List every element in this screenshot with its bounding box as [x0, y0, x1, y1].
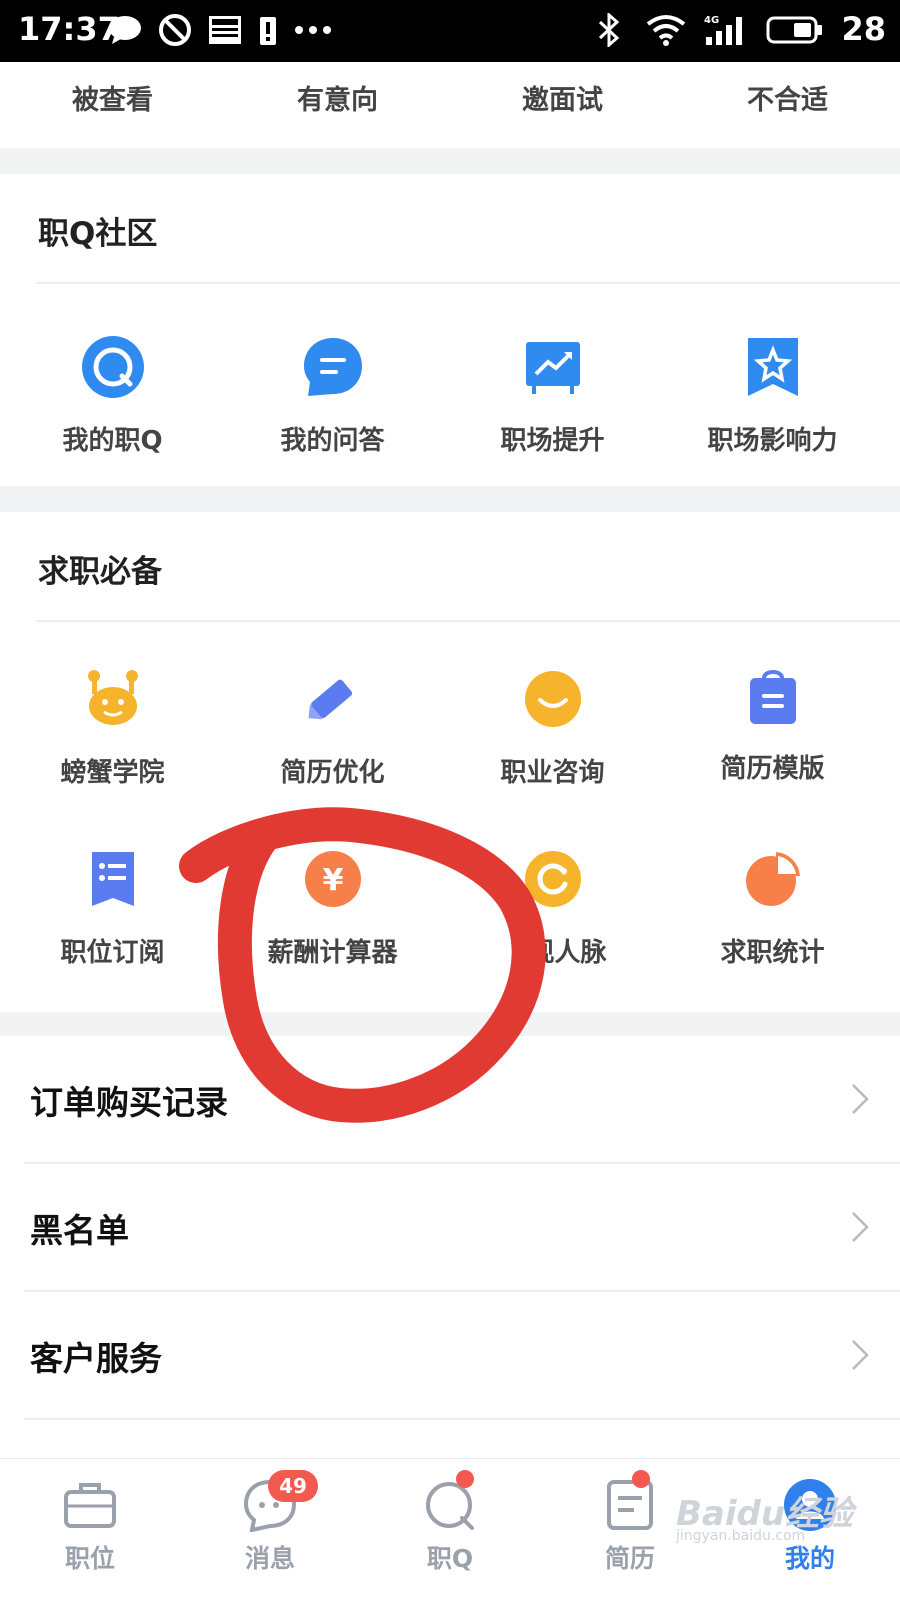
grid-label: 职位订阅	[60, 938, 165, 968]
svg-text:4G: 4G	[704, 15, 719, 26]
battery-alert-icon	[258, 10, 278, 50]
grid-item-career-growth[interactable]: 职场提升	[440, 332, 665, 457]
grid-label: 职场提升	[500, 426, 605, 456]
list-row-order-history[interactable]: 订单购买记录	[0, 1036, 900, 1164]
pie-chart-icon	[738, 844, 808, 914]
status-bar: 17:37 4G 28	[0, 0, 900, 62]
star-bookmark-icon	[738, 332, 808, 402]
zhiq-notification-dot	[456, 1470, 474, 1488]
list-spacer	[0, 1420, 900, 1458]
grid-label: 求职统计	[720, 938, 825, 968]
list-row-label: 黑名单	[30, 1211, 129, 1250]
grid-label: 现人脉	[528, 938, 607, 968]
grid-label: 职业咨询	[500, 758, 605, 788]
more-dots-icon	[294, 10, 332, 50]
resume-icon	[602, 1477, 658, 1533]
nav-label: 简历	[604, 1544, 655, 1573]
tab-not-suitable[interactable]: 不合适	[675, 62, 900, 148]
battery-percent: 28	[841, 10, 886, 48]
svg-text:¥: ¥	[322, 863, 343, 898]
bag-icon	[738, 660, 808, 730]
tab-interested[interactable]: 有意向	[225, 62, 450, 148]
section-divider	[36, 620, 900, 622]
grid-label: 简历模版	[720, 754, 825, 784]
grid-item-contacts[interactable]: 现人脉	[440, 844, 665, 969]
nav-zhiq[interactable]: 职Q	[360, 1459, 540, 1600]
refresh-circle-icon	[518, 844, 588, 914]
pencil-icon	[298, 664, 368, 734]
bluetooth-icon	[596, 10, 622, 50]
list-doc-icon	[78, 844, 148, 914]
grid-label: 我的职Q	[62, 426, 163, 456]
list-row-label: 订单购买记录	[30, 1083, 228, 1122]
grid-item-career-consult[interactable]: 职业咨询	[440, 664, 665, 789]
nav-label: 职Q	[426, 1544, 474, 1573]
chevron-right-icon	[850, 1210, 870, 1248]
grid-label: 薪酬计算器	[267, 938, 398, 968]
delivery-status-tabs: 被查看 有意向 邀面试 不合适	[0, 62, 900, 148]
list-row-label: 客户服务	[30, 1339, 162, 1378]
chat-lines-icon	[298, 332, 368, 402]
signal-4g-icon: 4G	[702, 10, 748, 50]
nav-label: 职位	[64, 1544, 115, 1573]
nav-jobs[interactable]: 职位	[0, 1459, 180, 1600]
nav-label: 消息	[244, 1544, 295, 1573]
smile-icon	[518, 664, 588, 734]
resume-notification-dot	[632, 1470, 650, 1488]
grid-item-influence[interactable]: 职场影响力	[660, 332, 885, 457]
status-time: 17:37	[18, 10, 120, 48]
grid-item-job-stats[interactable]: 求职统计	[660, 844, 885, 969]
grid-item-my-zhiq[interactable]: 我的职Q	[0, 332, 225, 457]
watermark-subtext: jingyan.baidu.com	[676, 1528, 806, 1544]
grid-label: 我的问答	[280, 426, 385, 456]
essentials-title: 求职必备	[38, 554, 162, 590]
chevron-right-icon	[850, 1082, 870, 1120]
crab-icon	[78, 664, 148, 734]
community-section: 职Q社区 我的职Q 我的问答 职场提升 职场影响力	[0, 174, 900, 486]
list-row-blacklist[interactable]: 黑名单	[0, 1164, 900, 1292]
briefcase-icon	[62, 1477, 118, 1533]
grid-item-my-qa[interactable]: 我的问答	[220, 332, 445, 457]
grid-item-resume-optimize[interactable]: 简历优化	[220, 664, 445, 789]
battery-icon	[766, 10, 824, 50]
chat-bubble-icon	[108, 10, 142, 50]
wifi-icon	[646, 10, 686, 50]
news-icon	[208, 10, 242, 50]
yen-coin-icon: ¥	[298, 844, 368, 914]
nav-label: 我的	[784, 1544, 835, 1573]
grid-item-job-subscription[interactable]: 职位订阅	[0, 844, 225, 969]
grid-item-crab-academy[interactable]: 螃蟹学院	[0, 664, 225, 789]
grid-label: 职场影响力	[707, 426, 838, 456]
grid-label: 螃蟹学院	[60, 758, 165, 788]
zhiq-circle-icon	[78, 332, 148, 402]
message-count-badge: 49	[268, 1470, 318, 1502]
job-essentials-section: 求职必备 螃蟹学院 简历优化 职业咨询 简历模版 职位订阅 ¥ 薪酬计算器 现人…	[0, 512, 900, 1012]
trend-board-icon	[518, 332, 588, 402]
community-title: 职Q社区	[38, 216, 158, 252]
tab-interview-invite[interactable]: 邀面试	[450, 62, 675, 148]
list-row-customer-service[interactable]: 客户服务	[0, 1292, 900, 1420]
grid-label: 简历优化	[280, 758, 385, 788]
grid-item-salary-calculator[interactable]: ¥ 薪酬计算器	[220, 844, 445, 969]
chevron-right-icon	[850, 1338, 870, 1376]
grid-item-resume-template[interactable]: 简历模版	[660, 660, 885, 785]
tab-viewed[interactable]: 被查看	[0, 62, 225, 148]
do-not-disturb-icon	[158, 10, 192, 50]
section-divider	[36, 282, 900, 284]
